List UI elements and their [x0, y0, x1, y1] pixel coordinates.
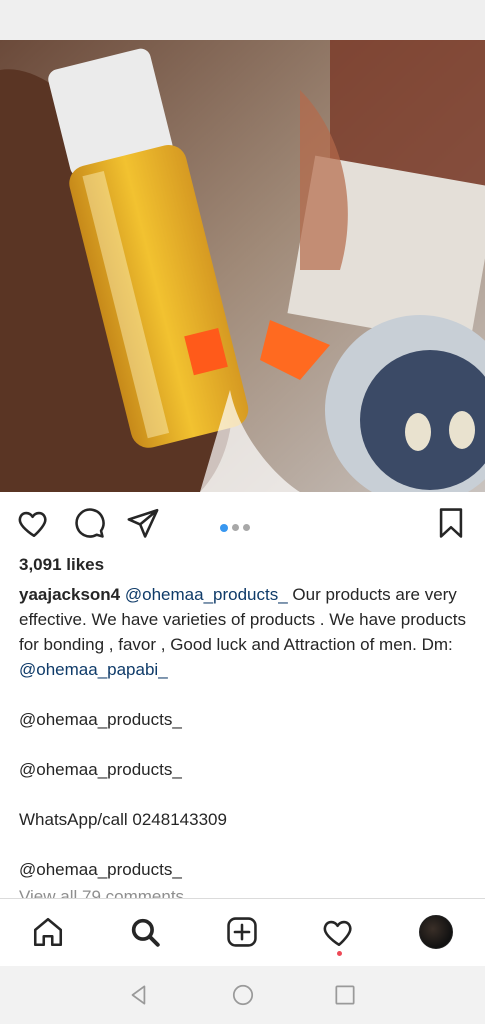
- bottom-navigation: [0, 898, 485, 966]
- avatar: [419, 915, 453, 949]
- carousel-indicator: [220, 519, 254, 532]
- back-triangle-icon[interactable]: [126, 982, 152, 1008]
- caption-username[interactable]: yaajackson4: [19, 585, 120, 604]
- mention-line-1[interactable]: @ohemaa_products_: [19, 707, 182, 732]
- post-image[interactable]: [0, 40, 485, 492]
- system-navigation-bar: [0, 966, 485, 1024]
- post-action-bar: [0, 492, 485, 552]
- add-post-icon[interactable]: [225, 915, 259, 949]
- home-circle-icon[interactable]: [230, 982, 256, 1008]
- carousel-dot: [232, 524, 239, 532]
- carousel-dot-active: [220, 523, 228, 532]
- notification-dot: [337, 951, 342, 956]
- caption-dm-mention[interactable]: @ohemaa_papabi_: [19, 660, 168, 679]
- post-caption: yaajackson4 @ohemaa_products_ Our produc…: [19, 582, 469, 682]
- whatsapp-contact: WhatsApp/call 0248143309: [19, 810, 227, 829]
- comment-bubble-icon[interactable]: [72, 506, 106, 540]
- mention-line-2[interactable]: @ohemaa_products_: [19, 757, 182, 782]
- paper-plane-icon[interactable]: [126, 506, 160, 540]
- bookmark-icon[interactable]: [434, 506, 468, 540]
- likes-count[interactable]: 3,091 likes: [19, 555, 104, 575]
- recent-apps-square-icon[interactable]: [332, 982, 358, 1008]
- caption-mention[interactable]: @ohemaa_products_: [125, 585, 288, 604]
- heart-outline-icon[interactable]: [17, 506, 51, 540]
- activity-heart-icon[interactable]: [322, 915, 356, 949]
- home-icon[interactable]: [31, 915, 65, 949]
- mention-line-3[interactable]: @ohemaa_products_: [19, 857, 182, 882]
- view-all-comments-link[interactable]: View all 79 comments: [19, 884, 184, 898]
- carousel-dot: [243, 524, 250, 532]
- profile-avatar[interactable]: [419, 915, 453, 949]
- search-icon[interactable]: [128, 915, 162, 949]
- post-photo-bottle: [0, 40, 485, 492]
- status-bar: [0, 0, 485, 40]
